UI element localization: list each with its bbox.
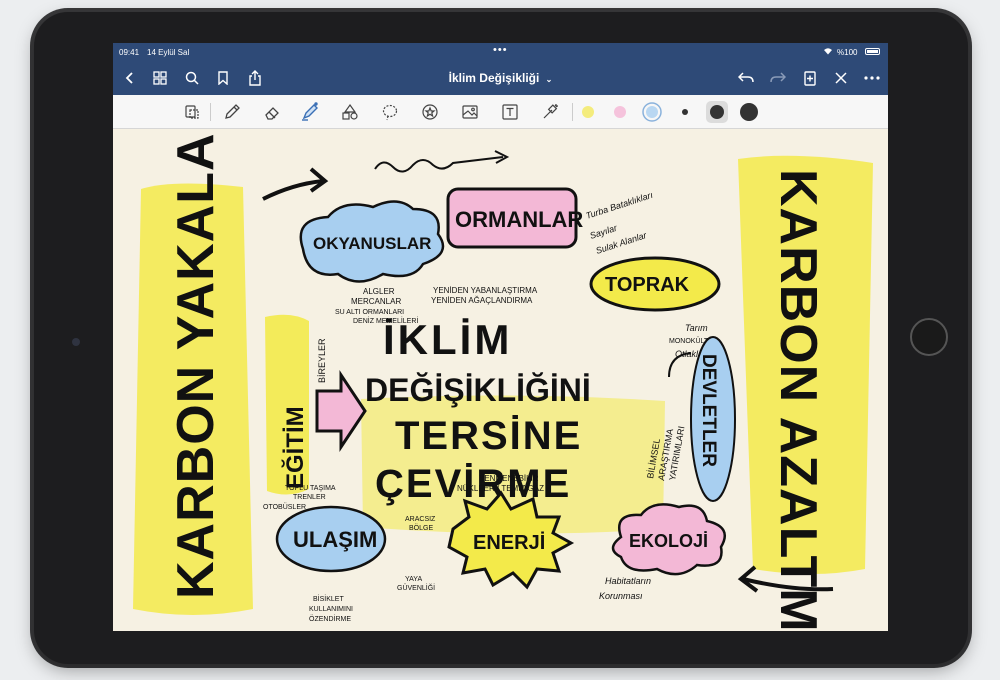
enerji-label: ENERJİ xyxy=(473,531,545,554)
bireyler-label: BİREYLER xyxy=(317,338,327,383)
ekoloji-note-1: Habitatların xyxy=(605,576,651,586)
heading-line-2: DEĞİŞİKLİĞİNİ xyxy=(365,372,591,408)
okyanuslar-note-2: MERCANLAR xyxy=(351,297,401,306)
toolbar-divider xyxy=(210,103,211,121)
ekoloji-label: EKOLOJİ xyxy=(629,531,708,551)
pen-icon[interactable] xyxy=(221,101,243,123)
sticker-icon[interactable] xyxy=(419,101,441,123)
battery-percent: %100 xyxy=(837,48,858,57)
stroke-size-small[interactable] xyxy=(674,101,696,123)
color-swatch-blue-selected[interactable] xyxy=(641,101,663,123)
color-swatch-pink[interactable] xyxy=(609,101,631,123)
laser-pointer-icon[interactable] xyxy=(539,101,561,123)
wifi-icon xyxy=(824,48,832,55)
more-icon[interactable] xyxy=(863,69,881,87)
okyanuslar-note-3: SU ALTI ORMANLARI xyxy=(335,309,404,316)
close-icon[interactable] xyxy=(832,69,850,87)
ulasim-note-10: ÖZENDİRME xyxy=(309,614,351,623)
search-icon[interactable] xyxy=(183,69,201,87)
ulasim-label: ULAŞIM xyxy=(293,527,377,552)
document-title-dropdown[interactable]: İklim Değişikliği ⌄ xyxy=(413,71,588,85)
ulasim-note-4: ARACSIZ xyxy=(405,516,436,523)
status-bar: 09:41 14 Eylül Sal ••• %100 xyxy=(113,43,888,61)
devletler-label: DEVLETLER xyxy=(698,354,719,467)
add-page-icon[interactable] xyxy=(801,69,819,87)
bookmark-icon[interactable] xyxy=(214,69,232,87)
ormanlar-note-2: YENİDEN AĞAÇLANDIRMA xyxy=(431,296,533,305)
home-button[interactable] xyxy=(910,318,948,356)
note-canvas[interactable]: KARBON YAKALAMA KARBON AZALTMA OKYANUSLA… xyxy=(113,129,888,631)
text-icon[interactable] xyxy=(499,101,521,123)
stroke-size-large[interactable] xyxy=(738,101,760,123)
drawing-toolbar xyxy=(113,95,888,129)
screen: 09:41 14 Eylül Sal ••• %100 İklim Değişi… xyxy=(113,43,888,631)
tarim-note-1: Tarım xyxy=(685,323,708,333)
back-icon[interactable] xyxy=(121,69,139,87)
ulasim-note-6: YAYA xyxy=(405,576,422,583)
okyanuslar-note-1: ALGLER xyxy=(363,287,395,296)
ormanlar-note-1: YENİDEN YABANLAŞTIRMA xyxy=(433,286,538,295)
redo-icon[interactable] xyxy=(769,69,787,87)
heading-line-1: İKLİM xyxy=(383,316,512,363)
ulasim-note-1: TOPLU TAŞIMA xyxy=(285,485,336,492)
multitask-dots-icon[interactable]: ••• xyxy=(493,44,508,56)
ulasim-note-9: KULLANIMINI xyxy=(309,606,353,613)
toolbar-divider xyxy=(572,103,573,121)
ulasim-note-3: OTOBÜSLER xyxy=(263,503,306,511)
left-vertical-title: KARBON YAKALAMA xyxy=(167,129,225,599)
document-title: İklim Değişikliği xyxy=(448,71,540,85)
highlighter-icon[interactable] xyxy=(299,101,321,123)
grid-icon[interactable] xyxy=(151,69,169,87)
ulasim-note-8: BİSİKLET xyxy=(313,594,344,603)
ekoloji-note-2: Korunması xyxy=(599,591,643,601)
ormanlar-label: ORMANLAR xyxy=(455,207,583,232)
toprak-label: TOPRAK xyxy=(605,274,690,296)
ulasim-note-5: BÖLGE xyxy=(409,524,433,532)
color-swatch-yellow[interactable] xyxy=(577,101,599,123)
nav-bar: İklim Değişikliği ⌄ xyxy=(113,61,888,95)
ulasim-note-7: GÜVENLİĞİ xyxy=(397,583,435,592)
egitim-label: EĞİTİM xyxy=(281,406,309,489)
okyanuslar-label: OKYANUSLAR xyxy=(313,234,431,253)
enerji-note-1: YENİLENEBİLİR xyxy=(479,474,539,483)
status-date: 14 Eylül Sal xyxy=(147,48,190,57)
stroke-size-medium-selected[interactable] xyxy=(706,101,728,123)
chevron-down-icon: ⌄ xyxy=(545,75,553,84)
page-lasso-icon[interactable] xyxy=(181,101,203,123)
heading-line-3: TERSİNE xyxy=(395,414,582,458)
battery-icon xyxy=(865,48,880,55)
lasso-icon[interactable] xyxy=(379,101,401,123)
front-camera xyxy=(72,338,80,346)
image-icon[interactable] xyxy=(459,101,481,123)
undo-icon[interactable] xyxy=(737,69,755,87)
share-icon[interactable] xyxy=(246,69,264,87)
ulasim-note-2: TRENLER xyxy=(293,494,326,501)
shapes-icon[interactable] xyxy=(339,101,361,123)
eraser-icon[interactable] xyxy=(261,101,283,123)
right-vertical-title: KARBON AZALTMA xyxy=(769,169,827,631)
enerji-note-2: NÜKLEER / TEMİZ GAZ xyxy=(457,484,544,493)
status-time: 09:41 xyxy=(119,48,140,57)
